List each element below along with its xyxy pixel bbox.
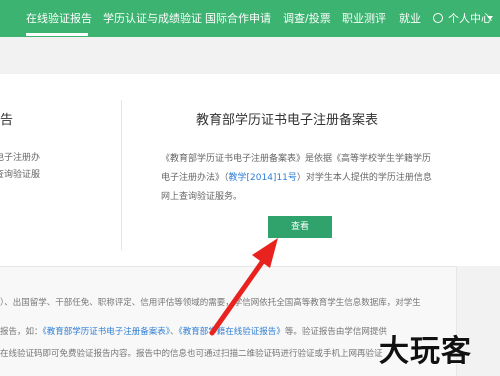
annotation-arrow — [209, 238, 278, 336]
watermark-logo: 大玩客 — [379, 334, 472, 369]
